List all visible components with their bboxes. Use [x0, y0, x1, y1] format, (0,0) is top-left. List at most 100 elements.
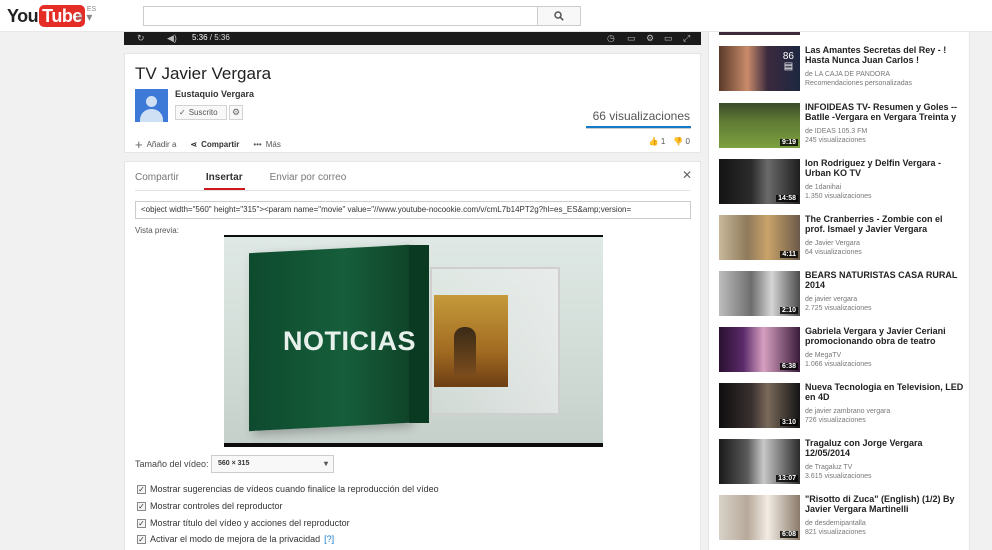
size-label: Tamaño del vídeo:	[135, 459, 209, 469]
related-video-title[interactable]: Tragaluz con Jorge Vergara 12/05/2014	[805, 438, 965, 458]
related-video-item[interactable]: 86 ▤ Las Amantes Secretas del Rey - ! Has…	[719, 45, 965, 93]
related-video-item[interactable]: 6:08 "Risotto di Zuca" (English) (1/2) B…	[719, 494, 965, 542]
share-icon: ⋖	[190, 140, 198, 149]
checkbox-title-actions[interactable]: ✓	[137, 518, 146, 528]
related-video-title[interactable]: Nueva Tecnologia en Television, LED en 4…	[805, 382, 965, 402]
share-tabs: Compartir Insertar Enviar por correo	[135, 172, 347, 190]
fullscreen-icon[interactable]: ⤢	[683, 33, 690, 44]
share-panel: Compartir Insertar Enviar por correo ✕ <…	[124, 161, 701, 550]
related-video-item[interactable]: 2:10 BEARS NATURISTAS CASA RURAL 2014 de…	[719, 270, 965, 318]
related-video-item[interactable]: 14:58 Ion Rodriguez y Delfin Vergara - U…	[719, 158, 965, 206]
preview-overlay-text: NOTICIAS	[283, 326, 417, 356]
related-video-item[interactable]: 4:11 The Cranberries - Zombie con el pro…	[719, 214, 965, 262]
replay-icon[interactable]: ↻	[137, 33, 145, 44]
player-time: 5:36 / 5:36	[192, 33, 230, 42]
logo-you: You	[7, 6, 39, 26]
playlist-count-badge: 86 ▤	[782, 51, 794, 72]
related-video-views: 3.615 visualizaciones	[805, 473, 872, 480]
video-duration: 4:11	[780, 251, 798, 258]
figure-graphic	[454, 327, 476, 375]
guide-menu-icon[interactable]: ≡ ▾	[76, 10, 92, 24]
privacy-help-link[interactable]: [?]	[324, 534, 334, 544]
subscription-settings-button[interactable]: ⚙	[229, 105, 243, 120]
related-video-channel: de LA CAJA DE PANDORA	[805, 71, 891, 78]
related-video-title[interactable]: The Cranberries - Zombie con el prof. Is…	[805, 214, 965, 234]
related-video-item[interactable]: 9:19 INFOIDEAS TV- Resumen y Goles -- Ba…	[719, 102, 965, 150]
related-video-title[interactable]: Gabriela Vergara y Javier Ceriani promoc…	[805, 326, 965, 346]
video-info-card: TV Javier Vergara Eustaquio Vergara ✓ Su…	[124, 53, 701, 153]
thumbs-up-icon: 👍	[648, 137, 659, 146]
related-video-channel: de javier zambrano vergara	[805, 408, 891, 415]
related-videos-sidebar: 86 ▤ Las Amantes Secretas del Rey - ! Has…	[708, 32, 970, 550]
size-select-value: 560 × 315	[218, 460, 250, 467]
subscribed-button[interactable]: ✓ Suscrito	[175, 105, 227, 120]
option-controls[interactable]: ✓ Mostrar controles del reproductor	[137, 501, 283, 511]
video-thumbnail[interactable]: 86 ▤	[719, 46, 800, 91]
search-button[interactable]	[537, 6, 581, 26]
related-video-item[interactable]: 13:07 Tragaluz con Jorge Vergara 12/05/2…	[719, 438, 965, 486]
action-bar: + Añadir a ⋖ Compartir ••• Más	[135, 137, 281, 152]
like-dislike: 👍 1 👎 0	[649, 137, 690, 146]
preview-label: Vista previa:	[135, 226, 179, 235]
related-video-views: 1.066 visualizaciones	[805, 361, 872, 368]
checkbox-suggestions[interactable]: ✓	[137, 484, 146, 494]
size-select[interactable]: 560 × 315 ▾	[211, 455, 334, 473]
related-video-title[interactable]: BEARS NATURISTAS CASA RURAL 2014	[805, 270, 965, 290]
thumbs-down-icon: 👎	[673, 137, 684, 146]
video-thumbnail[interactable]: 6:08	[719, 495, 800, 540]
option-suggestions[interactable]: ✓ Mostrar sugerencias de vídeos cuando f…	[137, 484, 439, 494]
video-thumbnail[interactable]: 14:58	[719, 159, 800, 204]
video-thumbnail[interactable]: 2:10	[719, 271, 800, 316]
related-video-title[interactable]: "Risotto di Zuca" (English) (1/2) By Jav…	[805, 494, 965, 514]
checkbox-controls[interactable]: ✓	[137, 501, 146, 511]
video-duration: 2:10	[779, 307, 798, 314]
theater-mode-icon[interactable]: ▭	[664, 33, 673, 44]
related-video-views: 245 visualizaciones	[805, 137, 866, 144]
video-thumbnail[interactable]: 4:11	[719, 215, 800, 260]
related-video-views: 821 visualizaciones	[805, 529, 866, 536]
video-thumbnail[interactable]: 3:10	[719, 383, 800, 428]
option-title-actions[interactable]: ✓ Mostrar título del vídeo y acciones de…	[137, 518, 350, 528]
dislike-button[interactable]: 👎 0	[673, 137, 690, 146]
related-video-item[interactable]: 6:38 Gabriela Vergara y Javier Ceriani p…	[719, 326, 965, 374]
tab-email[interactable]: Enviar por correo	[270, 172, 347, 183]
watch-later-icon[interactable]: ◷	[607, 33, 615, 44]
embed-code-field[interactable]: <object width="560" height="315"><param …	[135, 201, 691, 219]
channel-name[interactable]: Eustaquio Vergara	[175, 89, 254, 99]
tab-share[interactable]: Compartir	[135, 172, 179, 183]
video-duration: 9:19	[779, 139, 798, 146]
video-duration: 13:07	[776, 475, 798, 482]
related-video-title[interactable]: Ion Rodriguez y Delfin Vergara - Urban K…	[805, 158, 965, 178]
player-controls: ↻ ◀) 5:36 / 5:36 ◷ ▭ ⚙ ▭ ⤢	[124, 32, 701, 45]
check-icon: ✓	[179, 108, 186, 117]
close-icon[interactable]: ✕	[682, 168, 692, 182]
channel-avatar[interactable]	[135, 89, 168, 122]
share-button[interactable]: ⋖ Compartir	[190, 140, 239, 149]
search-input[interactable]	[143, 6, 538, 26]
related-video-title[interactable]: INFOIDEAS TV- Resumen y Goles -- Batlle …	[805, 102, 965, 122]
tab-divider	[135, 190, 690, 191]
masthead: You Tube ES ≡ ▾	[0, 0, 992, 32]
captions-icon[interactable]: ▭	[627, 33, 636, 44]
video-thumbnail[interactable]: 6:38	[719, 327, 800, 372]
related-video-title[interactable]: Las Amantes Secretas del Rey - ! Hasta N…	[805, 45, 965, 65]
add-to-button[interactable]: + Añadir a	[135, 137, 176, 152]
tab-embed[interactable]: Insertar	[203, 172, 245, 190]
video-thumbnail[interactable]: 13:07	[719, 439, 800, 484]
volume-icon[interactable]: ◀)	[167, 33, 177, 44]
settings-icon[interactable]: ⚙	[646, 33, 654, 44]
option-privacy-mode[interactable]: ✓ Activar el modo de mejora de la privac…	[137, 534, 334, 544]
related-video-channel: de 1danihai	[805, 184, 842, 191]
more-button[interactable]: ••• Más	[253, 140, 281, 149]
related-video-item[interactable]: 3:10 Nueva Tecnologia en Television, LED…	[719, 382, 965, 430]
like-button[interactable]: 👍 1	[649, 137, 666, 146]
likes-ratio-bar-bg	[586, 128, 691, 129]
video-thumbnail[interactable]: 9:19	[719, 103, 800, 148]
related-video-views: 2.725 visualizaciones	[805, 305, 872, 312]
related-video-views: 64 visualizaciones	[805, 249, 862, 256]
subscribed-label: Suscrito	[188, 108, 218, 117]
chevron-down-icon: ▾	[323, 459, 328, 468]
plus-icon: +	[135, 137, 143, 152]
video-duration: 3:10	[779, 419, 798, 426]
checkbox-privacy-mode[interactable]: ✓	[137, 534, 146, 544]
